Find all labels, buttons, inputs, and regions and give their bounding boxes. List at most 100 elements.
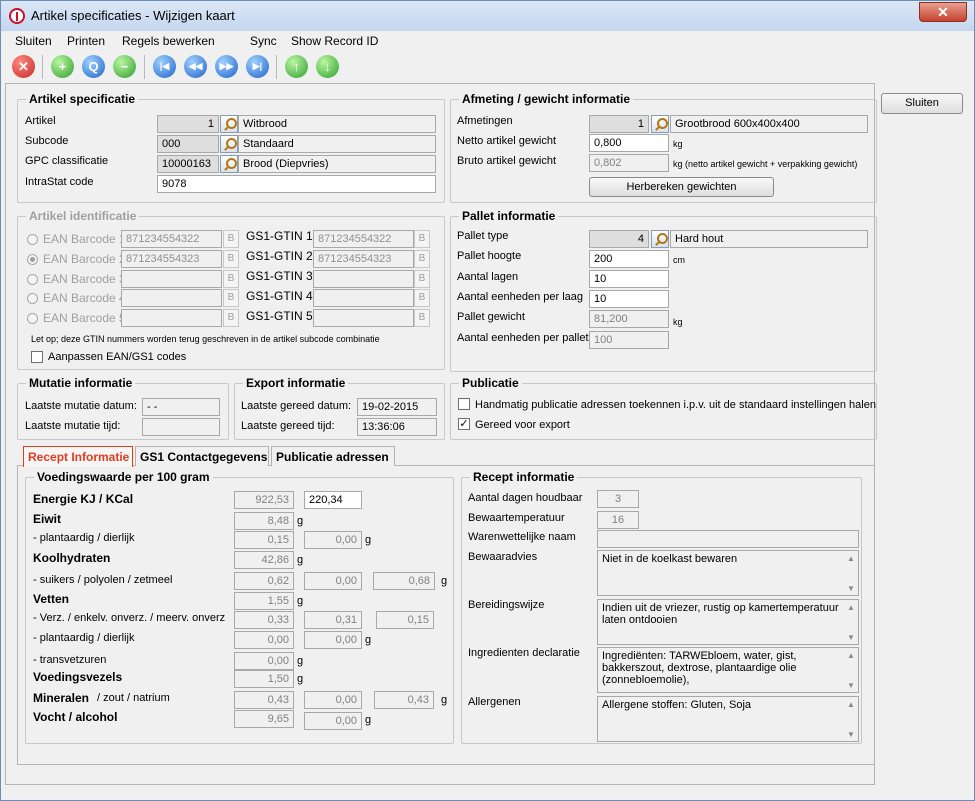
gtin-button-5[interactable]: B [414,309,430,327]
handmatig-checkbox[interactable] [458,398,470,410]
barcode-button-1[interactable]: B [223,230,239,248]
last-record-icon[interactable]: ▶| [246,55,269,78]
barcode-button-5[interactable]: B [223,309,239,327]
add-icon[interactable]: + [51,55,74,78]
bewaaradvies-text: Niet in de koelkast bewaren [602,553,738,565]
artikel-name-field: Witbrood [238,115,436,133]
group-title: Artikel identificatie [26,209,140,223]
bereidingswijze-textarea[interactable]: Indien uit de vriezer, rustig op kamerte… [597,599,859,645]
mineralen-label: Mineralen [33,691,90,705]
barcode-button-2[interactable]: B [223,250,239,268]
next-record-icon[interactable]: ▶▶ [215,55,238,78]
window-close-button[interactable]: ✕ [919,2,967,22]
warenwettelijke-naam-label: Warenwettelijke naam [468,531,576,543]
menu-sluiten[interactable]: Sluiten [15,34,52,48]
netto-gewicht-input[interactable]: 0,800 [589,134,669,152]
scroll-down-icon[interactable]: ▼ [847,680,857,692]
delete-icon[interactable]: ✕ [12,55,35,78]
menu-show-record-id[interactable]: Show Record ID [291,34,378,48]
scroll-down-icon[interactable]: ▼ [847,583,857,595]
scroll-up-icon[interactable]: ▲ [847,699,857,711]
menu-printen[interactable]: Printen [67,34,105,48]
gram-unit: g [365,534,372,546]
intrastat-label: IntraStat code [25,176,94,188]
gram-unit: g [441,694,448,706]
allergenen-textarea[interactable]: Allergene stoffen: Gluten, Soja ▲ ▼ [597,696,859,742]
koolhydraten-label: Koolhydraten [33,551,111,565]
netto-gewicht-label: Netto artikel gewicht [457,135,557,147]
energie-kcal-input[interactable]: 220,34 [304,491,362,509]
suikers-field-b: 0,00 [304,572,362,590]
pallet-hoogte-input[interactable]: 200 [589,250,669,268]
menu-regels-bewerken[interactable]: Regels bewerken [122,34,215,48]
artikel-number-field[interactable]: 1 [157,115,219,133]
allergenen-text: Allergene stoffen: Gluten, Soja [602,699,752,711]
gpc-lookup-icon[interactable] [220,155,238,173]
scroll-up-icon[interactable]: ▲ [847,602,857,614]
sluiten-button[interactable]: Sluiten [881,93,963,114]
gtin-field-2: 871234554323 [313,250,414,268]
subcode-label: Subcode [25,135,69,147]
scroll-up-icon[interactable]: ▲ [847,553,857,565]
gram-unit: g [365,714,372,726]
tab-publicatie-adressen[interactable]: Publicatie adressen [271,446,395,466]
gtin-button-1[interactable]: B [414,230,430,248]
ean-radio-1[interactable] [27,234,38,245]
ean-radio-3[interactable] [27,274,38,285]
previous-record-icon[interactable]: ◀◀ [184,55,207,78]
mineralen-field-b: 0,00 [304,691,362,709]
move-up-icon[interactable]: ↑ [285,55,308,78]
afmetingen-lookup-icon[interactable] [651,115,669,133]
gtin-button-3[interactable]: B [414,270,430,288]
plantaardig-label-1: - plantaardig / dierlijk [33,532,135,544]
afmetingen-number-field[interactable]: 1 [589,115,649,133]
mineralen-sub-label: / zout / natrium [97,692,170,704]
ean-label-2: EAN Barcode 2 [43,252,126,266]
scroll-down-icon[interactable]: ▼ [847,632,857,644]
verzadigd-field-c: 0,15 [376,611,434,629]
mineralen-field-c: 0,43 [374,691,434,709]
gtin-button-4[interactable]: B [414,289,430,307]
ean-radio-4[interactable] [27,293,38,304]
move-down-icon[interactable]: ↓ [316,55,339,78]
search-icon[interactable]: Q [82,55,105,78]
vocht-field-b: 0,00 [304,712,362,730]
artikel-lookup-icon[interactable] [220,115,238,133]
gtin-label-3: GS1-GTIN 3 [246,269,313,283]
gtin-field-3 [313,270,414,288]
aantal-lagen-input[interactable]: 10 [589,270,669,288]
barcode-button-4[interactable]: B [223,289,239,307]
warenwettelijke-naam-field [597,530,859,548]
ingredienten-textarea[interactable]: Ingrediënten: TARWEbloem, water, gist, b… [597,647,859,693]
barcode-button-3[interactable]: B [223,270,239,288]
tab-gs1-contactgegevens[interactable]: GS1 Contactgegevens [135,446,269,466]
menu-sync[interactable]: Sync [250,34,277,48]
pallet-type-name-field: Hard hout [670,230,868,248]
first-record-icon[interactable]: |◀ [153,55,176,78]
plantaardig-field-2b: 0,00 [304,631,362,649]
bewaaradvies-label: Bewaaradvies [468,551,538,563]
pallet-type-number-field[interactable]: 4 [589,230,649,248]
intrastat-input[interactable]: 9078 [157,175,436,193]
scroll-down-icon[interactable]: ▼ [847,729,857,741]
vocht-field-a: 9,65 [234,710,294,728]
gpc-number-field[interactable]: 10000163 [157,155,219,173]
ean-radio-2[interactable] [27,254,38,265]
tab-recept-informatie[interactable]: Recept Informatie [23,446,133,467]
publicatie-group: Publicatie [450,376,877,440]
scroll-up-icon[interactable]: ▲ [847,650,857,662]
herbereken-gewichten-button[interactable]: Herbereken gewichten [589,177,774,197]
aanpassen-checkbox[interactable] [31,351,43,363]
subcode-lookup-icon[interactable] [220,135,238,153]
group-title: Recept informatie [470,470,578,484]
subcode-number-field[interactable]: 000 [157,135,219,153]
gtin-button-2[interactable]: B [414,250,430,268]
pallet-type-lookup-icon[interactable] [651,230,669,248]
mineralen-field-a: 0,43 [234,691,294,709]
gereed-checkbox[interactable]: ✓ [458,418,470,430]
ingredienten-label: Ingredienten declaratie [468,647,580,659]
eenheden-per-laag-input[interactable]: 10 [589,290,669,308]
remove-icon[interactable]: − [113,55,136,78]
ean-radio-5[interactable] [27,313,38,324]
bewaaradvies-textarea[interactable]: Niet in de koelkast bewaren ▲ ▼ [597,550,859,596]
